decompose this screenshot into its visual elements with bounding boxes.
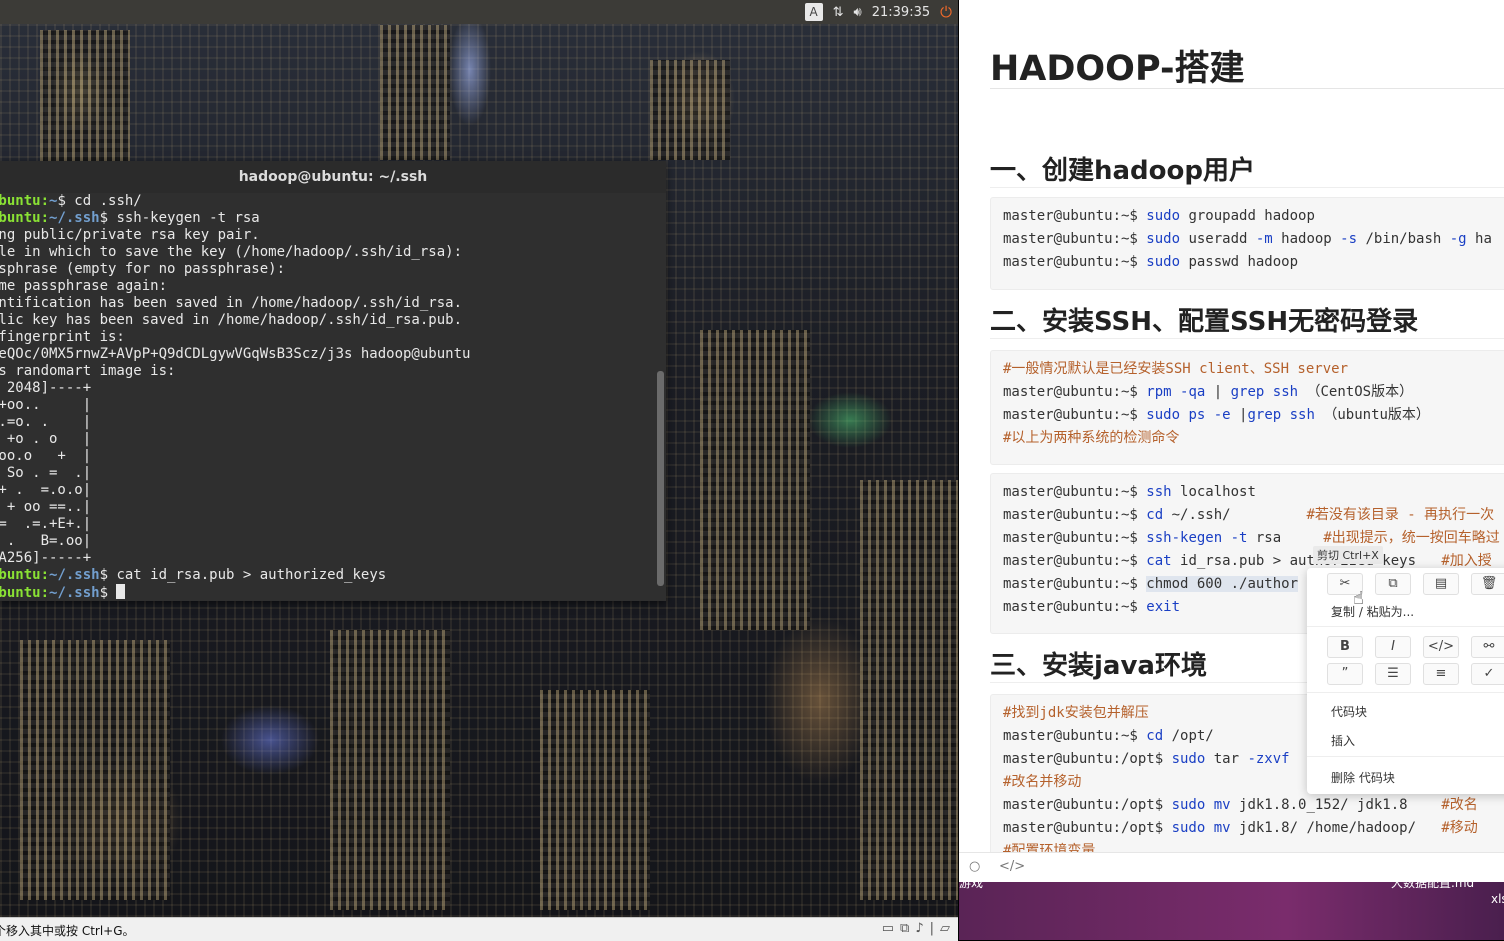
terminal-line: entification has been saved in /home/had… [0,295,463,311]
code-line[interactable]: master@ubuntu:~$ cd ~/.ssh/ #若没有该目录 - 再执… [991,504,1504,527]
code-line[interactable]: master@ubuntu:~$ sudo groupadd hadoop [991,205,1504,228]
unordered-list-icon[interactable]: ≡ [1423,663,1459,685]
quote-icon[interactable]: ” [1327,663,1363,685]
ubuntu-top-panel: A ⇅ 🔊︎ 21:39:35 ⏻ [0,0,958,24]
message-icon[interactable]: ▱ [940,921,950,936]
vm-desktop: A ⇅ 🔊︎ 21:39:35 ⏻ hadoop@ubuntu: ~/.ssh … [0,0,958,917]
terminal-line: + . =.o.o| [0,482,92,498]
terminal-line: 's randomart image is: [0,363,176,379]
terminal-line: ubuntu:~/.ssh$ [0,584,654,601]
desktop-label[interactable]: 游戏 [959,874,983,891]
desktop-file-label[interactable]: 大数据配置.md [1391,874,1474,891]
terminal-line: A 2048]----+ [0,380,92,396]
code-line[interactable]: #以上为两种系统的检测命令 [991,427,1504,450]
title-divider [990,88,1504,89]
mouse-pointer-icon: ☝ [1353,588,1364,609]
keyboard-indicator[interactable]: A [804,3,823,21]
code-line[interactable]: #一般情况默认是已经安装SSH client、SSH server [991,358,1504,381]
delete-code-block-item[interactable]: 删除 代码块 [1331,769,1395,786]
terminal-cursor [116,584,126,599]
terminal-scrollbar[interactable] [657,371,664,586]
code-line[interactable]: master@ubuntu:/opt$ sudo mv jdk1.8.0_152… [991,794,1504,817]
source-mode-icon[interactable]: </> [999,859,1025,874]
terminal-line: 5eQOc/0MX5rnwZ+AVpP+Q9dCDLgywVGqWsB3Scz/… [0,346,471,362]
terminal-line: o + oo ==..| [0,499,92,515]
audio-icon[interactable]: ♪ [915,921,923,936]
menu-separator [1307,692,1504,693]
terminal-output[interactable]: ubuntu:~$ cd .ssh/ubuntu:~/.ssh$ ssh-key… [0,193,654,601]
copy-icon[interactable]: ⧉ [1375,573,1411,595]
terminal-line: +oo.. | [0,397,92,413]
terminal-line: ile in which to save the key (/home/hado… [0,244,463,260]
terminal-line: ssphrase (empty for no passphrase): [0,261,286,277]
terminal-line: oo.o + | [0,448,92,464]
network-icon[interactable]: ⇅ [833,5,844,20]
ordered-list-icon[interactable]: ☰ [1375,663,1411,685]
host-desktop-strip: 游戏 大数据配置.md xls [959,876,1504,940]
code-line[interactable]: master@ubuntu:~$ sudo passwd hadoop [991,251,1504,274]
terminal-title[interactable]: hadoop@ubuntu: ~/.ssh [0,161,666,193]
terminal-window[interactable]: hadoop@ubuntu: ~/.ssh ubuntu:~$ cd .ssh/… [0,161,666,601]
outline-toggle-icon[interactable]: ○ [969,859,980,874]
terminal-line: ubuntu:~$ cd .ssh/ [0,193,142,209]
link-icon[interactable]: ⚯ [1471,636,1504,658]
document-title: HADOOP-搭建 [990,49,1245,89]
section-heading: 二、安装SSH、配置SSH无密码登录 [990,307,1419,337]
menu-separator [1307,626,1504,627]
code-block-item[interactable]: 代码块 [1331,703,1367,720]
bold-icon[interactable]: B [1327,636,1363,658]
terminal-line: ubuntu:~/.ssh$ cat id_rsa.pub > authoriz… [0,567,387,583]
paste-icon[interactable]: ▤ [1423,573,1459,595]
desktop-file-label[interactable]: xls [1491,892,1504,906]
separator-icon: | [929,921,934,936]
volume-icon[interactable]: 🔊︎ [854,5,862,20]
status-message: 个移入其中或按 Ctrl+G。 [0,924,135,938]
vm-status-bar: 个移入其中或按 Ctrl+G。 ▭ ⧉ ♪ | ▱ [0,917,958,941]
hdd-icon[interactable]: ▭ [882,921,894,936]
power-icon[interactable]: ⏻ [940,3,952,21]
terminal-line: = .=.+E+.| [0,516,92,532]
insert-item[interactable]: 插入 [1331,732,1355,749]
terminal-line: ame passphrase again: [0,278,168,294]
terminal-line: ing public/private rsa key pair. [0,227,260,243]
code-line[interactable]: master@ubuntu:/opt$ sudo mv jdk1.8/ /hom… [991,817,1504,840]
code-line[interactable]: master@ubuntu:~$ sudo useradd -m hadoop … [991,228,1504,251]
code-block[interactable]: master@ubuntu:~$ sudo groupadd hadoop mas… [990,197,1504,290]
terminal-line: HA256]-----+ [0,550,92,566]
code-block[interactable]: #一般情况默认是已经安装SSH client、SSH server master@… [990,350,1504,465]
section-heading: 一、创建hadoop用户 [990,156,1256,186]
terminal-line: fingerprint is: [0,329,125,345]
code-line[interactable]: master@ubuntu:~$ ssh-kegen -t rsa #出现提示，… [991,527,1504,550]
terminal-line: blic key has been saved in /home/hadoop/… [0,312,463,328]
terminal-line: ubuntu:~/.ssh$ ssh-keygen -t rsa [0,210,260,226]
heading-divider [990,187,1504,188]
code-line[interactable]: master@ubuntu:~$ sudo ps -e |grep ssh （u… [991,404,1504,427]
italic-icon[interactable]: I [1375,636,1411,658]
section-heading: 三、安装java环境 [990,651,1207,681]
terminal-line: . B=.oo| [0,533,92,549]
network-adapter-icon[interactable]: ⧉ [900,921,909,936]
copy-paste-as-item[interactable]: 复制 / 粘贴为... [1331,603,1414,620]
inline-code-icon[interactable]: </> [1423,636,1459,658]
code-line[interactable]: master@ubuntu:~$ ssh localhost [991,481,1504,504]
heading-divider [990,338,1504,339]
context-menu[interactable]: ✂ ⧉ ▤ 🗑︎ 复制 / 粘贴为... B I </> ⚯ ” ☰ ≡ ✓ 代… [1307,568,1504,794]
terminal-line: .=o. . | [0,414,92,430]
delete-icon[interactable]: 🗑︎ [1471,573,1504,595]
menu-separator [1307,756,1504,757]
terminal-line: . +o . o | [0,431,92,447]
code-line[interactable]: #配置环境变量 [991,840,1504,852]
clock[interactable]: 21:39:35 [872,5,930,20]
terminal-line: o So . = .| [0,465,92,481]
cut-tooltip: 剪切 Ctrl+X [1313,546,1383,564]
code-line[interactable]: master@ubuntu:~$ rpm -qa | grep ssh （Cen… [991,381,1504,404]
task-list-icon[interactable]: ✓ [1471,663,1504,685]
